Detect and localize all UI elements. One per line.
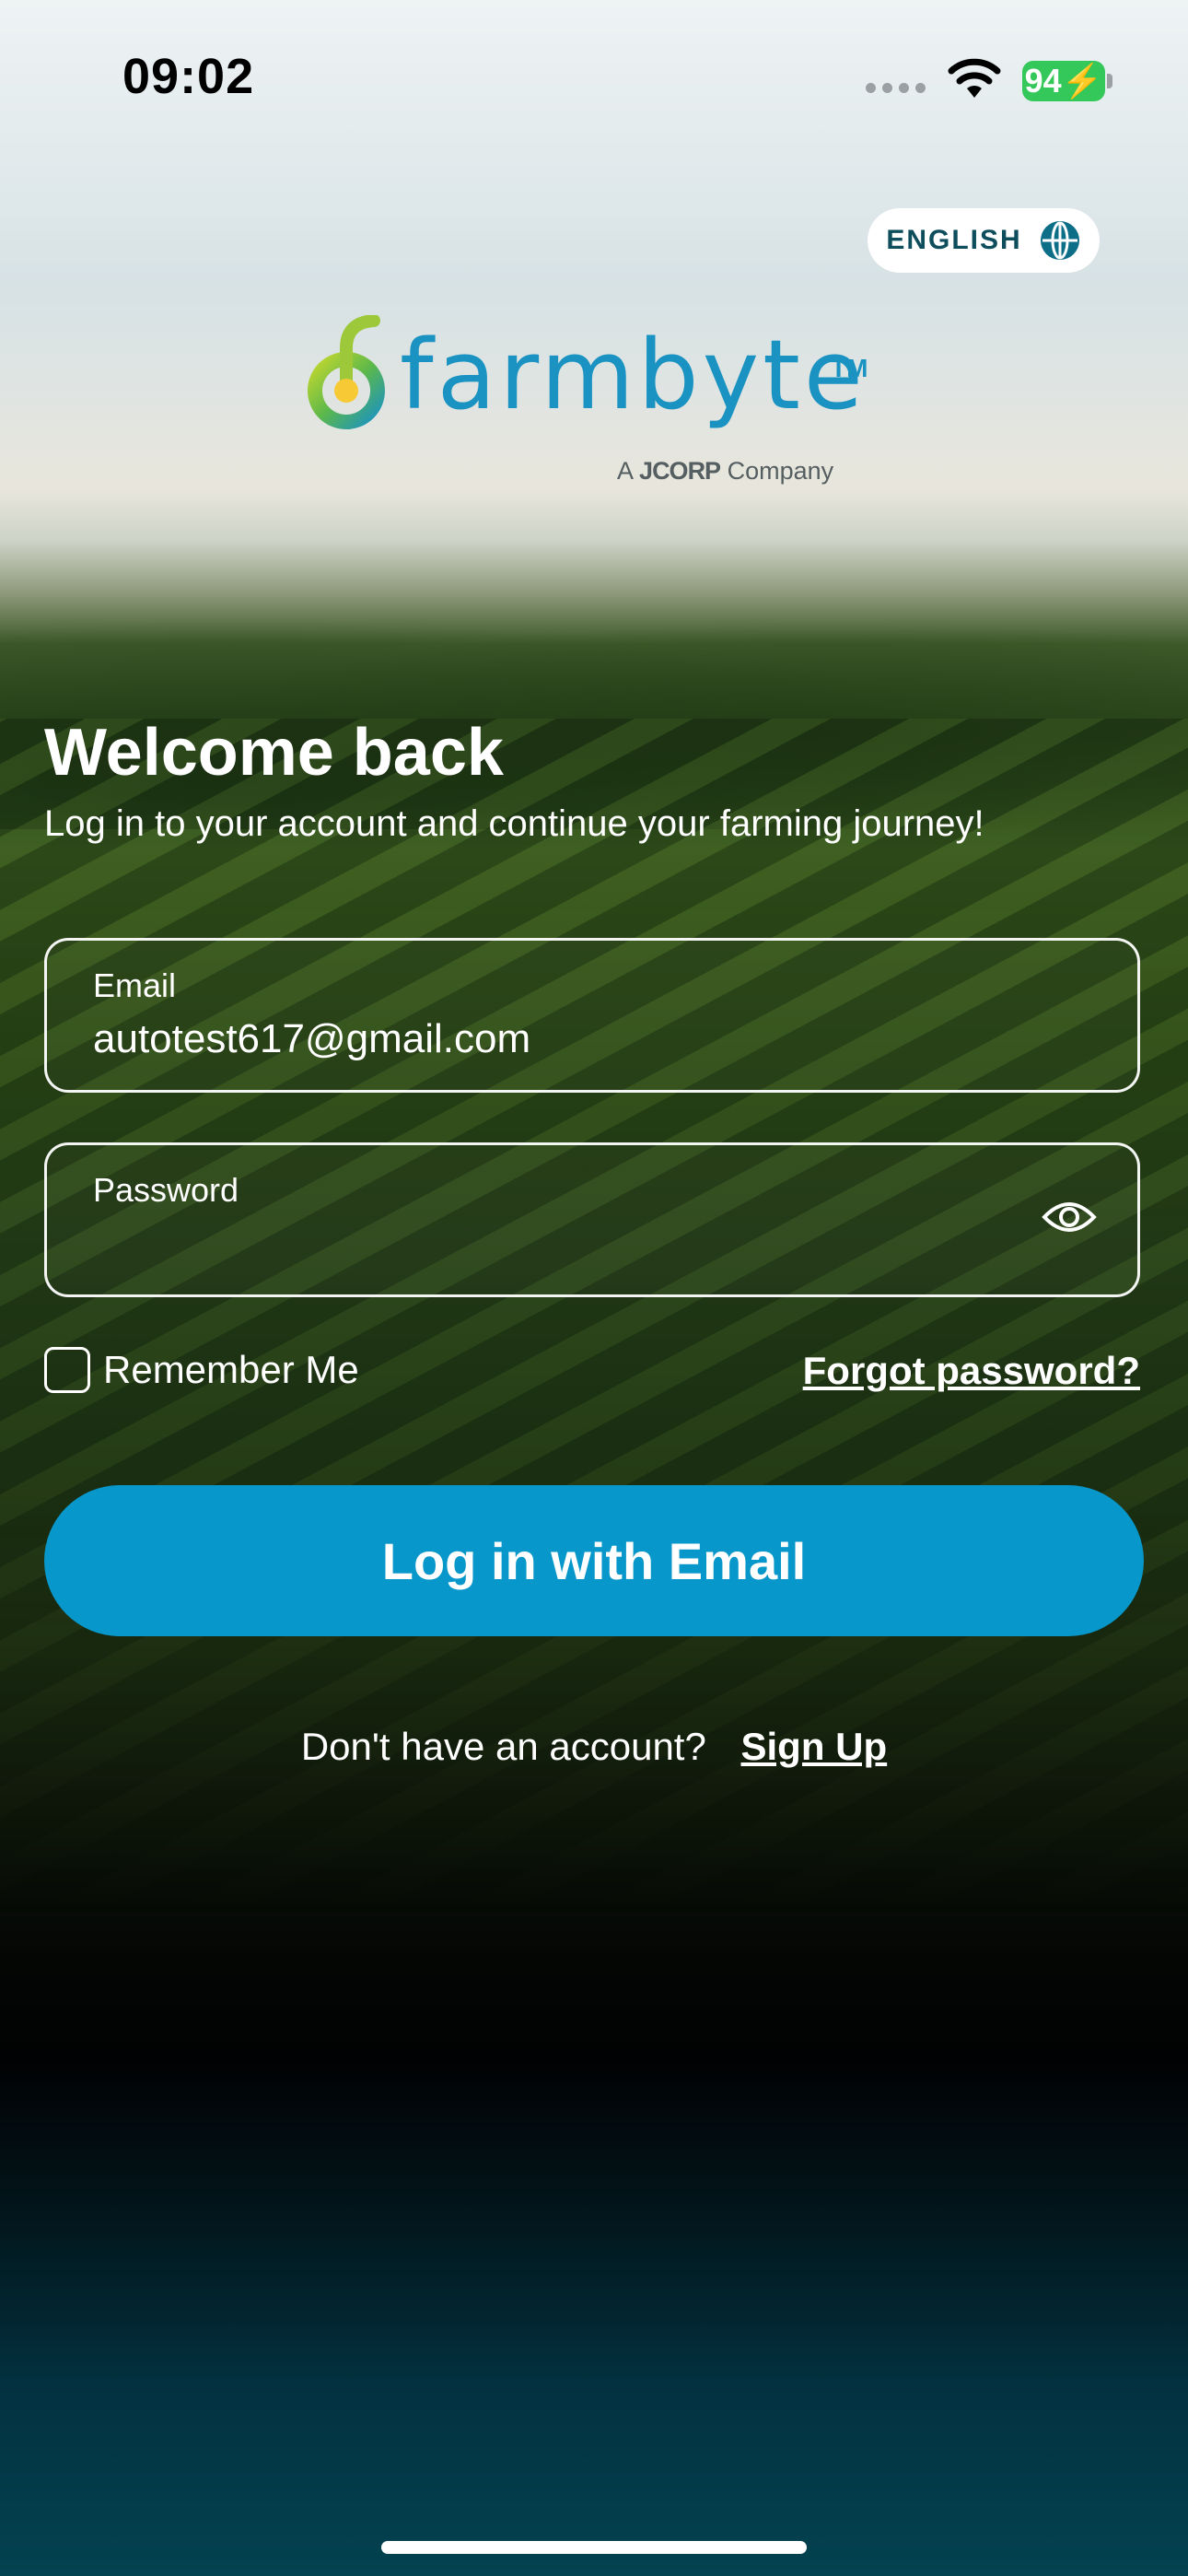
password-label: Password (93, 1171, 239, 1209)
charging-bolt-icon: ⚡ (1061, 62, 1103, 100)
page-subtitle: Log in to your account and continue your… (44, 803, 984, 844)
home-indicator[interactable] (381, 2541, 807, 2554)
password-field[interactable]: Password (44, 1142, 1140, 1297)
remember-me-label[interactable]: Remember Me (103, 1348, 359, 1392)
logo-wordmark: farmbyte (400, 319, 867, 431)
email-value[interactable]: autotest617@gmail.com (93, 1016, 530, 1062)
show-password-eye-icon[interactable] (1042, 1197, 1097, 1237)
email-label: Email (93, 966, 177, 1004)
globe-icon (1040, 221, 1079, 260)
battery-icon: 94 ⚡ (1022, 61, 1105, 101)
login-with-email-button[interactable]: Log in with Email (44, 1485, 1144, 1636)
signup-prompt: Don't have an account? (300, 1725, 706, 1768)
battery-level: 94 (1024, 62, 1062, 100)
email-field[interactable]: Email autotest617@gmail.com (44, 938, 1140, 1093)
farmbyte-logo: farmbyte TM (304, 315, 875, 481)
remember-me-row[interactable]: Remember Me (44, 1347, 359, 1393)
forgot-password-link[interactable]: Forgot password? (803, 1349, 1140, 1393)
language-label: ENGLISH (886, 225, 1022, 255)
signup-row: Don't have an account? Sign Up (0, 1725, 1188, 1769)
trademark: TM (831, 354, 868, 382)
wifi-icon (948, 58, 1001, 98)
sign-up-link[interactable]: Sign Up (741, 1725, 888, 1768)
status-time: 09:02 (122, 49, 255, 104)
cellular-signal-icon (866, 83, 926, 93)
page-title: Welcome back (44, 716, 504, 790)
language-selector-button[interactable]: ENGLISH (868, 208, 1100, 273)
sprout-logo-icon (308, 315, 385, 429)
battery-cap (1107, 74, 1112, 88)
company-tagline: A JCORP Company (617, 457, 834, 485)
remember-me-checkbox[interactable] (44, 1347, 90, 1393)
